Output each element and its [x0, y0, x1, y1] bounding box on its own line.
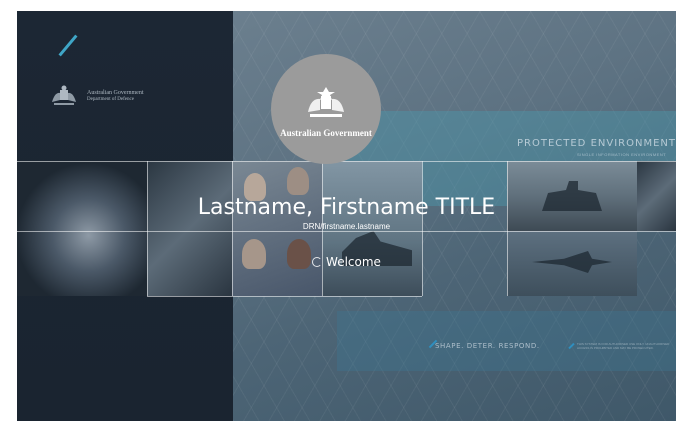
fine-print: THIS SYSTEM IS FOR AUTHORISED USE ONLY. … — [577, 342, 670, 350]
crest-badge: Australian Government — [271, 54, 381, 164]
grid-line — [17, 231, 676, 232]
environment-title: PROTECTED ENVIRONMENT - — [517, 138, 676, 149]
environment-subtitle: SINGLE INFORMATION ENVIRONMENT — [577, 152, 667, 157]
user-display-name: Lastname, Firstname TITLE — [197, 195, 496, 220]
loading-spinner-icon — [312, 257, 323, 267]
welcome-status: Welcome — [17, 255, 676, 269]
teal-band-lower — [337, 311, 676, 371]
login-screen: Australian Government Department of Defe… — [17, 11, 676, 421]
crest-caption: Australian Government — [280, 128, 372, 138]
coat-of-arms-icon — [52, 85, 76, 105]
grid-line — [17, 161, 676, 162]
slogan: SHAPE. DETER. RESPOND. — [435, 342, 540, 350]
agency-logo: Australian Government Department of Defe… — [49, 84, 143, 108]
welcome-text: Welcome — [326, 255, 381, 269]
user-account-id: DRN/firstname.lastname — [302, 222, 391, 231]
department-name: Department of Defence — [87, 97, 134, 102]
coat-of-arms-icon — [308, 87, 344, 117]
grid-line — [147, 296, 422, 297]
agency-name: Australian Government — [87, 90, 144, 96]
